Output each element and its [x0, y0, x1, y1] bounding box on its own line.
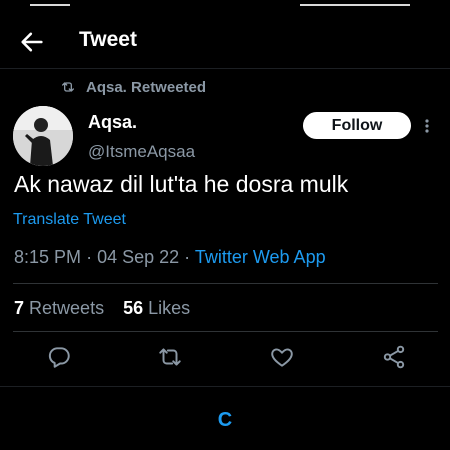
likes-stat[interactable]: 56 Likes: [123, 298, 190, 318]
share-icon[interactable]: [381, 344, 407, 370]
meta-separator: ·: [86, 247, 93, 267]
divider: [0, 386, 450, 387]
retweet-icon[interactable]: [157, 344, 183, 370]
avatar[interactable]: [13, 106, 73, 166]
page-title: Tweet: [79, 28, 137, 51]
tweet-stats: 7 Retweets 56 Likes: [14, 298, 190, 319]
tweet-meta: 8:15 PM · 04 Sep 22 · Twitter Web App: [14, 247, 326, 268]
retweet-notice-text: Aqsa. Retweeted: [86, 78, 207, 96]
divider: [13, 283, 438, 284]
retweets-count: 7: [14, 298, 25, 318]
reply-icon[interactable]: [46, 344, 72, 370]
author-handle[interactable]: @ItsmeAqsaa: [88, 142, 195, 162]
meta-separator: ·: [184, 247, 191, 267]
likes-label: Likes: [148, 298, 191, 318]
status-bar: [0, 0, 450, 8]
retweet-icon: [62, 82, 74, 92]
top-header: Tweet: [0, 18, 450, 66]
retweets-stat[interactable]: 7 Retweets: [14, 298, 104, 318]
status-bar-right: [300, 0, 410, 6]
tweet-text: Ak nawaz dil lut'ta he dosra mulk: [14, 171, 349, 197]
heart-icon[interactable]: [269, 344, 295, 370]
follow-button[interactable]: Follow: [303, 112, 411, 139]
translate-tweet-link[interactable]: Translate Tweet: [13, 211, 126, 229]
back-arrow-icon[interactable]: [18, 28, 46, 56]
divider: [13, 331, 438, 332]
retweet-notice[interactable]: Aqsa. Retweeted: [60, 77, 206, 97]
tweet-date: 04 Sep 22: [97, 247, 180, 267]
retweets-label: Retweets: [29, 298, 105, 318]
likes-count: 56: [123, 298, 144, 318]
more-options-icon[interactable]: [420, 114, 434, 138]
tweet-source-link[interactable]: Twitter Web App: [195, 247, 326, 267]
avatar-image: [13, 106, 73, 166]
status-bar-left: [30, 0, 70, 6]
author-name[interactable]: Aqsa.: [88, 112, 137, 133]
tweet-time: 8:15 PM: [14, 247, 82, 267]
loading-spinner-icon: C: [217, 409, 233, 431]
header-divider: [0, 68, 450, 69]
